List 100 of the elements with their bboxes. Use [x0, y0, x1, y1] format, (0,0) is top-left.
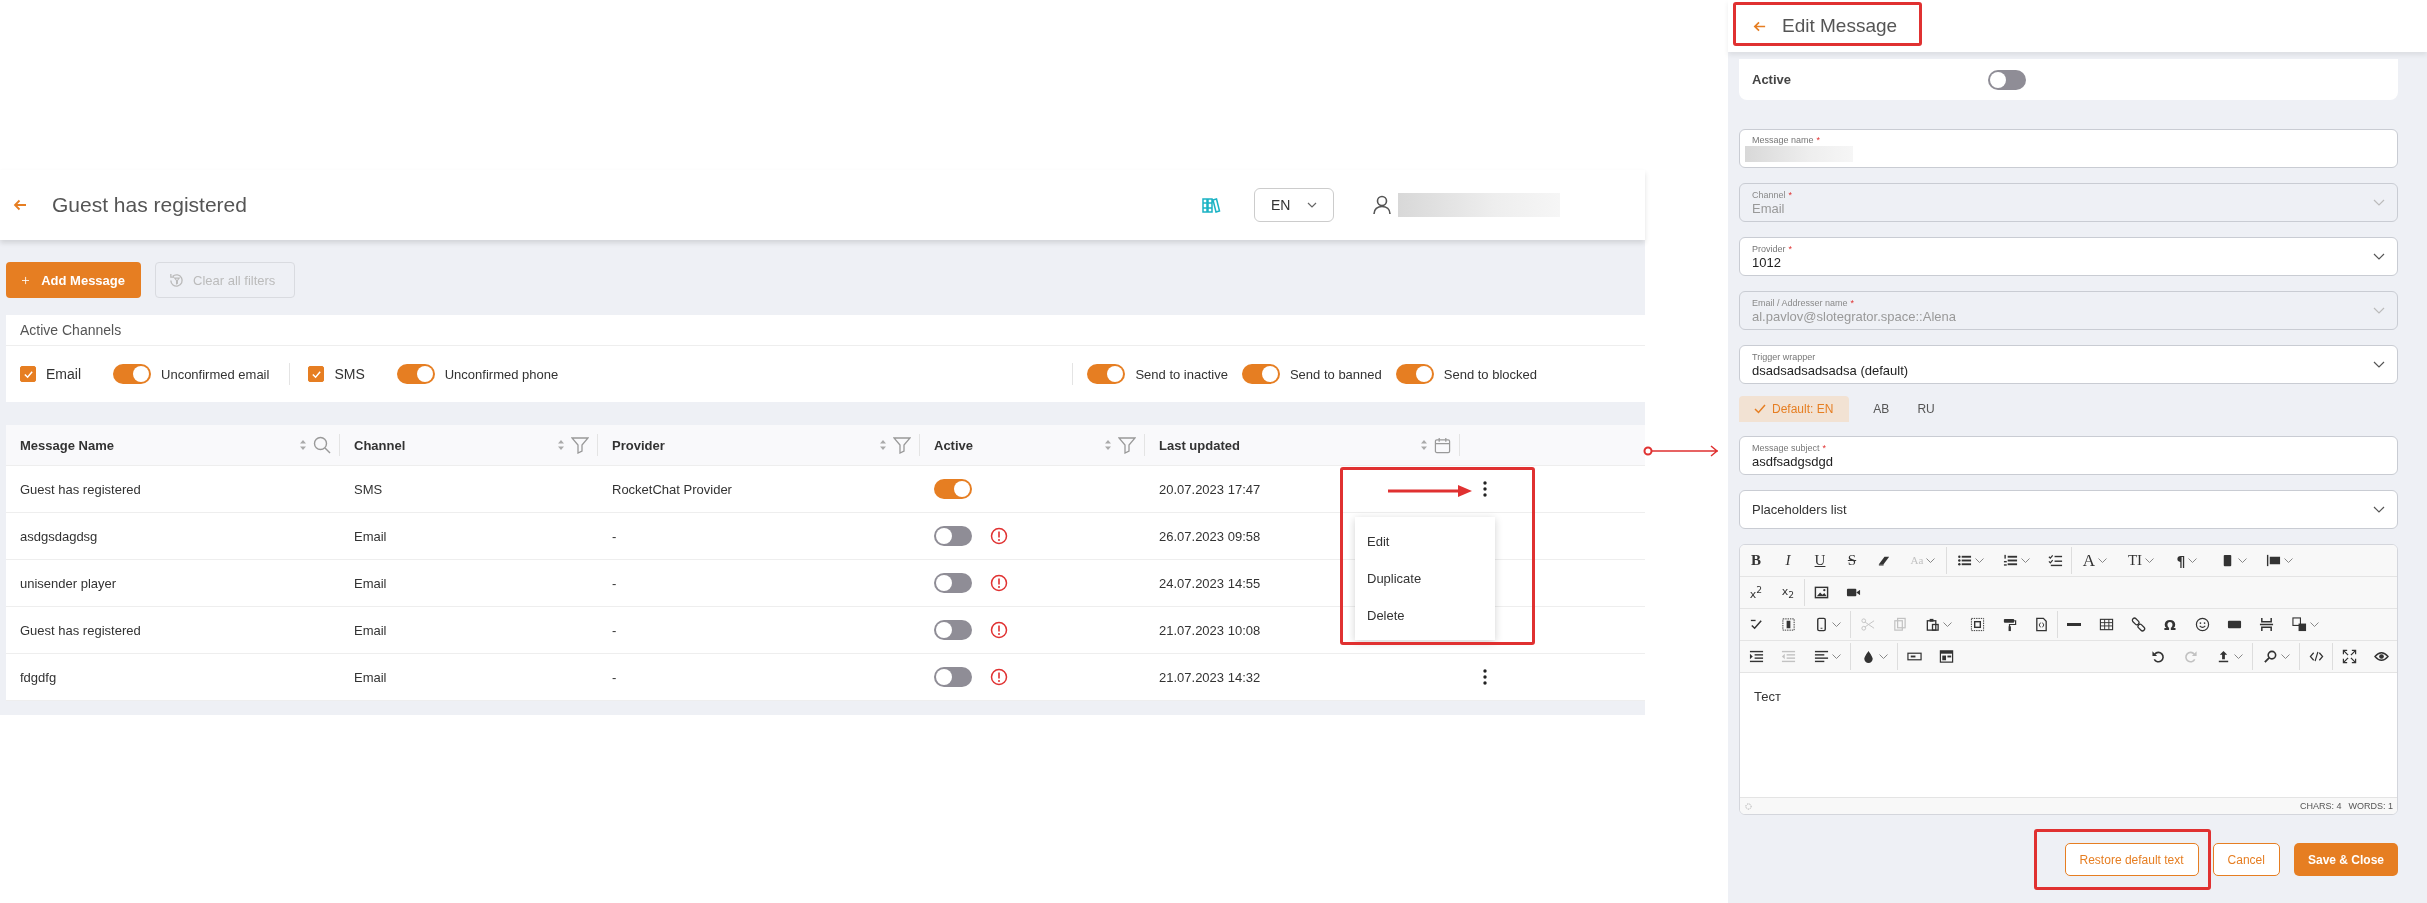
table-cell: 20.07.2023 17:47	[1159, 481, 1261, 497]
char-count: CHARS: 4	[2299, 801, 2342, 811]
strike-button[interactable]: S	[1836, 546, 1868, 575]
menu-item[interactable]: Delete	[1355, 597, 1495, 634]
toggle-switch[interactable]	[1241, 364, 1280, 384]
input-field[interactable]: Message subject * asdfsadgsdgd	[1739, 436, 2398, 475]
paste-icon	[1924, 617, 1940, 632]
table-icon	[2098, 617, 2114, 632]
search-icon	[2262, 649, 2278, 664]
toggle-switch[interactable]	[934, 667, 972, 687]
indent-icon	[1748, 649, 1764, 664]
numbers-icon	[2002, 553, 2018, 568]
toggle-switch[interactable]	[113, 364, 151, 384]
panel-title: Edit Message	[1782, 15, 1898, 37]
back-arrow-icon[interactable]	[12, 197, 28, 213]
copy-icon	[1891, 617, 1907, 632]
checkbox[interactable]	[308, 366, 325, 382]
subscript-button[interactable]: x$_{2}$	[1772, 578, 1804, 607]
table-cell: 26.07.2023 09:58	[1159, 528, 1261, 544]
checkbox-label: Email	[46, 366, 81, 382]
reset-icon	[168, 271, 185, 289]
filter-icon[interactable]	[893, 436, 911, 454]
kebab-menu-icon[interactable]	[1483, 669, 1487, 685]
table-cell: RocketChat Provider	[612, 481, 732, 497]
superscript-button[interactable]: x$^{2}$	[1740, 578, 1772, 607]
input-field[interactable]: Provider * 1012	[1739, 237, 2398, 276]
toggle-switch[interactable]	[934, 573, 972, 593]
calendar-icon[interactable]	[1434, 436, 1451, 454]
language-tab[interactable]: RU	[1905, 396, 1947, 422]
check-icon	[22, 368, 34, 380]
input-field[interactable]: Trigger wrapper dsadsadsadsadsa (default)	[1739, 345, 2398, 384]
image-icon	[1813, 585, 1829, 600]
underline-button[interactable]: U	[1804, 546, 1836, 575]
table-cell: Guest has registered	[20, 622, 141, 638]
checkbox-label: SMS	[334, 366, 365, 382]
check-icon	[1754, 404, 1766, 414]
table-cell: SMS	[354, 481, 383, 497]
search-icon[interactable]	[313, 436, 331, 454]
table-cell: Email	[354, 528, 387, 544]
toggle-switch[interactable]	[1395, 364, 1434, 384]
toggle-switch[interactable]	[1988, 69, 2026, 90]
table-cell: unisender player	[20, 575, 117, 591]
code-icon	[2308, 649, 2324, 664]
table-cell: 21.07.2023 14:32	[1159, 669, 1261, 685]
table-cell: -	[612, 669, 617, 685]
toggle-label: Send to blocked	[1443, 366, 1537, 382]
field-label: Active	[1752, 72, 1793, 87]
size-button[interactable]: TI	[2118, 546, 2164, 575]
language-tab[interactable]: AB	[1861, 396, 1902, 422]
editor-text: Тест	[1754, 689, 1781, 704]
input-field[interactable]: Message name *	[1739, 129, 2398, 168]
card-title: Active Channels	[6, 315, 1645, 346]
bullets-icon	[1956, 553, 1972, 568]
table-cell: -	[612, 528, 617, 544]
omega-button[interactable]: Ω	[2154, 610, 2186, 639]
word-count: WORDS: 1	[2348, 801, 2393, 811]
eye-icon	[2373, 649, 2389, 664]
chevron-icon	[1307, 202, 1317, 208]
column-header: Last updated	[1159, 437, 1240, 453]
roller-icon	[2001, 617, 2017, 632]
toggle-label: Send to inactive	[1135, 366, 1228, 382]
blocks-icon	[1780, 617, 1796, 632]
toggle-switch[interactable]	[934, 620, 972, 640]
placeholders-select[interactable]: Placeholders list	[1739, 490, 2398, 529]
pagebreak-icon	[2258, 617, 2274, 632]
toggle-switch[interactable]	[934, 479, 972, 499]
filter-icon[interactable]	[1118, 436, 1136, 454]
toggle-label: Unconfirmed email	[161, 366, 270, 382]
column-header: Channel	[354, 437, 406, 453]
table-cell: asdgsdagdsg	[20, 528, 98, 544]
pilcrow-button[interactable]: ¶	[2164, 546, 2210, 575]
table-cell: Email	[354, 575, 387, 591]
table-cell: Email	[354, 669, 387, 685]
font-button[interactable]: A	[2072, 546, 2118, 575]
kebab-menu-icon[interactable]	[1483, 481, 1487, 497]
layout-icon	[1938, 649, 1954, 664]
smiley-icon	[2194, 617, 2210, 632]
toggle-switch[interactable]	[934, 526, 972, 546]
table-cell: Guest has registered	[20, 481, 141, 497]
menu-item[interactable]: Edit	[1355, 523, 1495, 560]
user-icon[interactable]	[1372, 195, 1392, 215]
toggle-switch[interactable]	[1087, 364, 1126, 384]
redo-icon	[2182, 649, 2198, 664]
select-icon	[1969, 617, 1985, 632]
menu-item[interactable]: Duplicate	[1355, 560, 1495, 597]
cut-icon	[1859, 617, 1875, 632]
toggle-switch[interactable]	[396, 364, 435, 384]
filter-icon[interactable]	[571, 436, 589, 454]
table-cell: 21.07.2023 10:08	[1159, 622, 1261, 638]
check-icon	[310, 368, 322, 380]
checkbox[interactable]	[20, 366, 36, 382]
bold-button[interactable]: B	[1740, 546, 1772, 575]
table-cell: fdgdfg	[20, 669, 57, 685]
page-title: Guest has registered	[52, 193, 247, 217]
italic-button[interactable]: I	[1772, 546, 1804, 575]
language-select[interactable]: EN	[1254, 188, 1334, 222]
template-icon	[2033, 617, 2049, 632]
column-header: Provider	[612, 437, 665, 453]
checklist-icon	[2047, 553, 2063, 568]
column-header: Active	[934, 437, 974, 453]
